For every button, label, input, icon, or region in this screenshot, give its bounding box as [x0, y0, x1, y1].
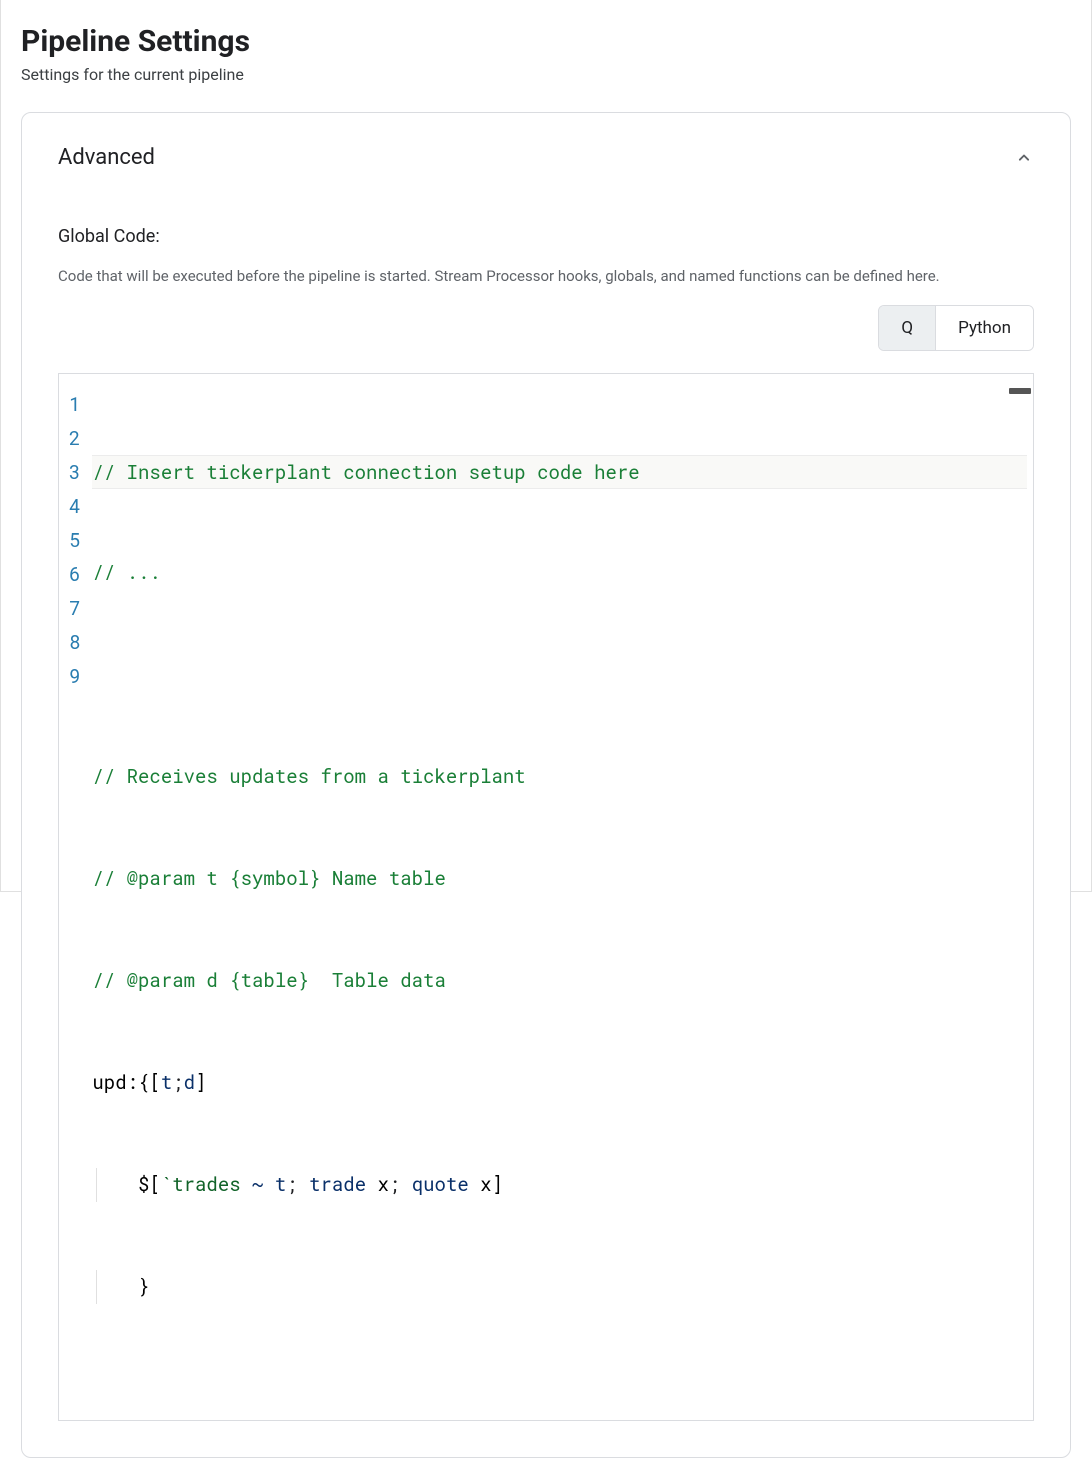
collapse-toggle[interactable]: [1014, 148, 1034, 168]
line-number: 7: [69, 592, 80, 626]
code-line: }: [92, 1270, 1027, 1304]
global-code-label: Global Code:: [58, 226, 1034, 247]
lang-q-button[interactable]: Q: [879, 306, 935, 350]
code-line: // Insert tickerplant connection setup c…: [92, 455, 1027, 489]
line-number: 9: [69, 660, 80, 694]
line-number: 2: [69, 422, 80, 456]
card-title-advanced: Advanced: [58, 145, 155, 170]
page-title: Pipeline Settings: [21, 24, 1071, 59]
page-subtitle: Settings for the current pipeline: [21, 65, 1071, 84]
code-content[interactable]: // Insert tickerplant connection setup c…: [88, 374, 1033, 1420]
code-line: // @param t {symbol} Name table: [92, 862, 1027, 896]
line-number: 5: [69, 524, 80, 558]
code-line: upd:{[t;d]: [92, 1066, 1027, 1100]
chevron-up-icon: [1014, 148, 1034, 168]
code-line: [92, 658, 1027, 692]
code-editor[interactable]: 1 2 3 4 5 6 7 8 9 // Insert tickerplant …: [58, 373, 1034, 1421]
global-code-description: Code that will be executed before the pi…: [58, 261, 1018, 291]
lang-python-button[interactable]: Python: [935, 306, 1033, 350]
line-number: 3: [69, 456, 80, 490]
code-line: // ...: [92, 556, 1027, 590]
code-line: // @param d {table} Table data: [92, 964, 1027, 998]
line-number: 1: [69, 388, 80, 422]
advanced-card: Advanced Global Code: Code that will be …: [21, 112, 1071, 1458]
scroll-position-marker: [1009, 388, 1031, 394]
language-toggle: Q Python: [878, 305, 1034, 351]
line-number: 6: [69, 558, 80, 592]
line-number-gutter: 1 2 3 4 5 6 7 8 9: [59, 374, 88, 1420]
code-line: // Receives updates from a tickerplant: [92, 760, 1027, 794]
code-line: $[`trades ~ t; trade x; quote x]: [92, 1168, 1027, 1202]
line-number: 8: [69, 626, 80, 660]
line-number: 4: [69, 490, 80, 524]
